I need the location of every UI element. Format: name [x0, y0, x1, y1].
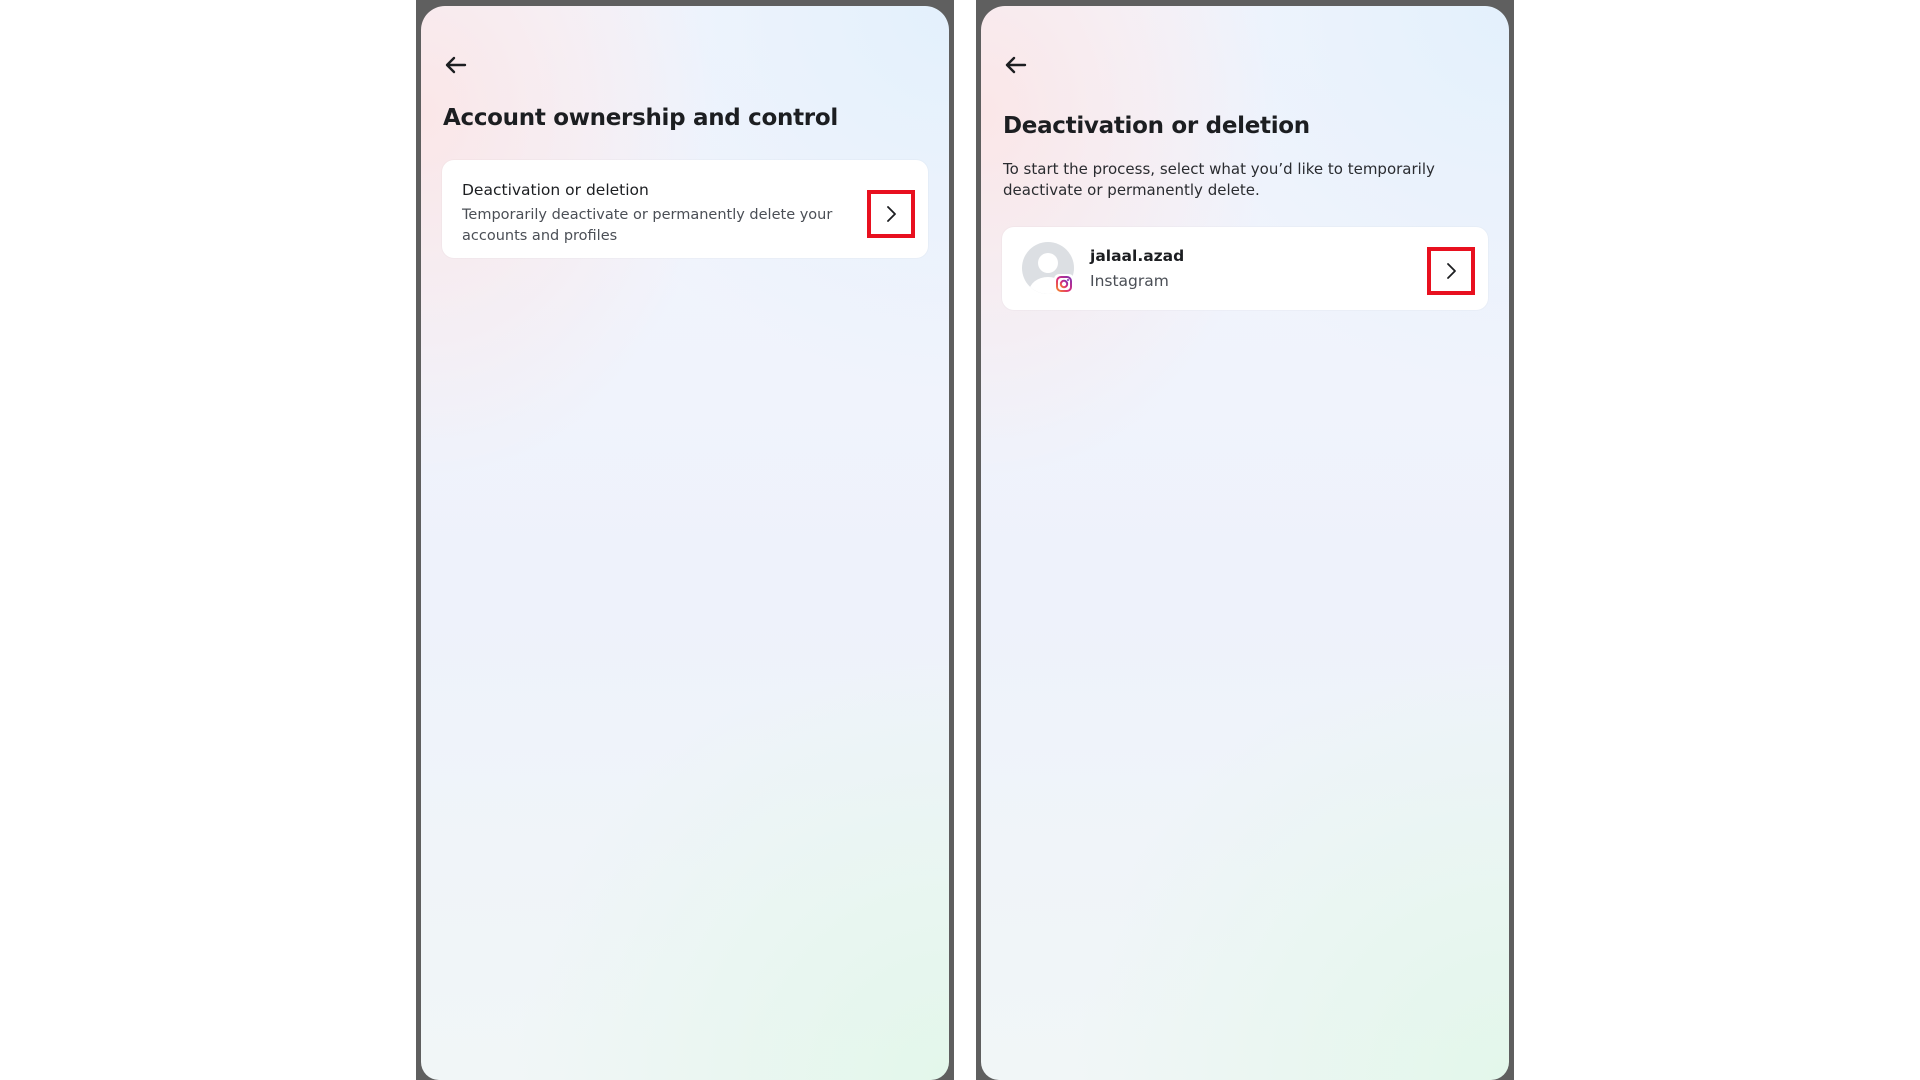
page-title: Deactivation or deletion: [1003, 113, 1310, 139]
phone-frame-left: Account ownership and control Deactivati…: [416, 0, 954, 1080]
phone-frame-right: Deactivation or deletion To start the pr…: [976, 0, 1514, 1080]
option-title: Deactivation or deletion: [462, 181, 649, 199]
avatar: [1022, 242, 1074, 294]
next-button[interactable]: [1427, 247, 1475, 295]
account-row[interactable]: jalaal.azad Instagram: [1002, 227, 1488, 310]
option-subtitle: Temporarily deactivate or permanently de…: [462, 207, 833, 244]
deactivation-or-deletion-option[interactable]: Deactivation or deletion Temporarily dea…: [442, 160, 928, 258]
chevron-right-icon: [1447, 263, 1456, 279]
account-username: jalaal.azad: [1090, 247, 1185, 265]
arrow-left-icon: [1005, 56, 1027, 74]
arrow-left-icon: [445, 56, 467, 74]
page-description: To start the process, select what you’d …: [1003, 160, 1435, 199]
chevron-right-icon: [887, 206, 896, 222]
screen-deactivation-or-deletion: Deactivation or deletion To start the pr…: [981, 6, 1509, 1080]
account-platform: Instagram: [1090, 272, 1169, 290]
screen-account-ownership: Account ownership and control Deactivati…: [421, 6, 949, 1080]
instagram-icon: [1054, 274, 1074, 294]
next-button[interactable]: [867, 190, 915, 238]
page-title: Account ownership and control: [443, 105, 838, 131]
back-button[interactable]: [441, 50, 471, 80]
stage: Account ownership and control Deactivati…: [0, 0, 1920, 1080]
back-button[interactable]: [1001, 50, 1031, 80]
